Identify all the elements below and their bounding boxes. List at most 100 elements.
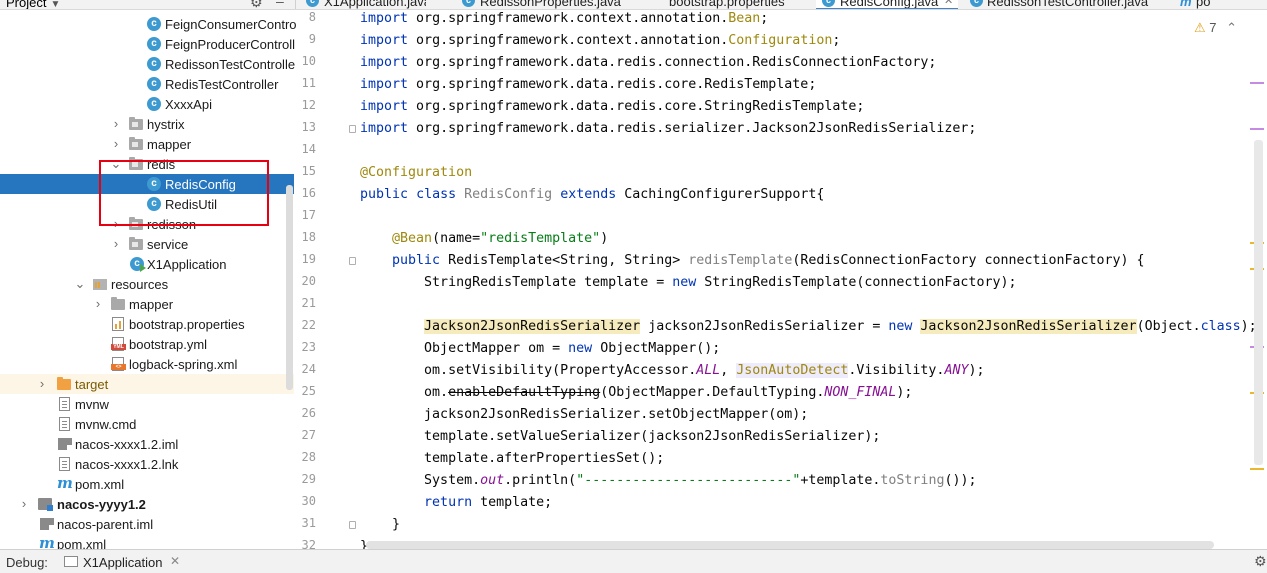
chevron-right-icon[interactable]: › — [110, 236, 122, 251]
code-line[interactable]: import org.springframework.context.annot… — [360, 10, 768, 30]
tree-item-logback[interactable]: <> logback-spring.xml — [0, 354, 294, 374]
tree-item-redisconfig[interactable]: c RedisConfig — [0, 174, 294, 194]
tree-item[interactable]: c XxxxApi — [0, 94, 294, 114]
tree-item-x1application[interactable]: c X1Application — [0, 254, 294, 274]
tree-item-mapper[interactable]: › mapper — [0, 294, 294, 314]
code-line[interactable]: ObjectMapper om = new ObjectMapper(); — [360, 338, 720, 360]
fold-marker-icon[interactable] — [349, 521, 356, 529]
line-number: 11 — [301, 76, 316, 90]
tree-scrollbar[interactable] — [285, 10, 294, 549]
class-icon: c — [147, 97, 161, 111]
close-icon[interactable]: ✕ — [170, 554, 180, 568]
top-header: Project ▼ ⚙ – c X1Application.java c Redi… — [0, 0, 1267, 10]
code-line[interactable]: return template; — [360, 492, 552, 514]
code-line[interactable]: @Configuration — [360, 162, 472, 184]
package-icon — [129, 137, 143, 150]
gear-icon[interactable]: ⚙ — [1254, 553, 1267, 570]
tab-redissonproperties[interactable]: c RedissonProperties.java — [456, 0, 636, 9]
line-number: 13 — [301, 120, 316, 134]
code-line[interactable]: @Bean(name="redisTemplate") — [360, 228, 608, 250]
tree-item[interactable]: c RedissonTestControlle — [0, 54, 295, 74]
package-icon — [129, 217, 143, 230]
tree-item-mvnw-cmd[interactable]: mvnw.cmd — [0, 414, 294, 434]
tree-item-iml[interactable]: nacos-xxxx1.2.iml — [0, 434, 294, 454]
tab-redisconfig[interactable]: c RedisConfig.java ✕ — [816, 0, 958, 9]
code-line[interactable]: import org.springframework.data.redis.co… — [360, 74, 816, 96]
chevron-right-icon[interactable]: › — [110, 116, 122, 131]
tab-label: bootstrap.properties — [669, 0, 785, 9]
folder-icon — [111, 297, 125, 310]
debug-tool-bar: Debug: X1Application ✕ ⚙ — [0, 549, 1267, 573]
stripe-mark[interactable] — [1250, 82, 1264, 84]
chevron-right-icon[interactable]: › — [36, 376, 48, 391]
tree-item-redisson[interactable]: › redisson — [0, 214, 294, 234]
code-editor[interactable]: 8 9 10 11 12 13 14 15 16 17 18 19 20 21 … — [296, 10, 1267, 549]
line-number: 22 — [301, 318, 316, 332]
tree-item-resources[interactable]: ⌄ resources — [0, 274, 294, 294]
code-line[interactable]: import org.springframework.context.annot… — [360, 30, 840, 52]
tree-item[interactable]: c FeignProducerControll — [0, 34, 295, 54]
code-line[interactable]: import org.springframework.data.redis.co… — [360, 52, 936, 74]
tab-bootstrap-properties[interactable]: bootstrap.properties — [653, 0, 813, 9]
chevron-down-icon[interactable]: ⌄ — [110, 156, 122, 172]
code-line[interactable]: om.enableDefaultTyping(ObjectMapper.Defa… — [360, 382, 912, 404]
code-line[interactable]: import org.springframework.data.redis.co… — [360, 96, 864, 118]
editor-horizontal-scrollbar[interactable] — [366, 541, 1214, 549]
tree-item-label: target — [75, 377, 109, 392]
tab-redissontestcontroller[interactable]: c RedissonTestController.java — [966, 0, 1171, 9]
fold-marker-icon[interactable] — [349, 257, 356, 265]
tree-item-lnk[interactable]: nacos-xxxx1.2.lnk — [0, 454, 294, 474]
chevron-right-icon[interactable]: › — [18, 496, 30, 511]
close-icon[interactable]: ✕ — [944, 0, 953, 7]
stripe-mark[interactable] — [1250, 468, 1264, 470]
code-line[interactable]: jackson2JsonRedisSerializer.setObjectMap… — [360, 404, 808, 426]
tree-item-nacos-yyyy[interactable]: › nacos-yyyy1.2 — [0, 494, 294, 514]
debug-session-tab[interactable]: X1Application ✕ — [62, 550, 180, 573]
class-icon: c — [147, 37, 161, 51]
code-line[interactable]: om.setVisibility(PropertyAccessor.ALL, J… — [360, 360, 984, 382]
chevron-down-icon[interactable]: ⌄ — [74, 276, 86, 292]
tree-item-bootstrap-yml[interactable]: YML bootstrap.yml — [0, 334, 294, 354]
tree-item-pom[interactable]: m pom.xml — [0, 474, 294, 494]
tree-item-bootstrap-properties[interactable]: bootstrap.properties — [0, 314, 294, 334]
tree-item-target[interactable]: › target — [0, 374, 294, 394]
tab-pom[interactable]: m po — [1176, 0, 1216, 9]
tree-item[interactable]: c FeignConsumerContro — [0, 14, 296, 34]
code-line[interactable]: Jackson2JsonRedisSerializer jackson2Json… — [360, 316, 1257, 338]
fold-marker-icon[interactable] — [349, 125, 356, 133]
scrollbar-thumb[interactable] — [286, 185, 293, 390]
resources-folder-icon — [93, 279, 107, 290]
tree-item-redisutil[interactable]: c RedisUtil — [0, 194, 294, 214]
stripe-mark[interactable] — [1250, 128, 1264, 130]
tree-item-mapper[interactable]: › mapper — [0, 134, 294, 154]
chevron-right-icon[interactable]: › — [92, 296, 104, 311]
code-line[interactable]: System.out.println("--------------------… — [360, 470, 976, 492]
code-line[interactable]: template.afterPropertiesSet(); — [360, 448, 664, 470]
gear-icon[interactable]: ⚙ — [250, 0, 263, 9]
code-line[interactable]: public RedisTemplate<String, String> red… — [360, 250, 1145, 272]
code-line[interactable]: template.setValueSerializer(jackson2Json… — [360, 426, 880, 448]
tree-item[interactable]: c RedisTestController — [0, 74, 294, 94]
tab-x1application[interactable]: c X1Application.java — [296, 0, 426, 9]
chevron-up-icon[interactable]: ⌃ — [1226, 20, 1237, 35]
inspection-widget[interactable]: ⚠ 7 ⌃ — [1194, 20, 1237, 36]
tree-item-service[interactable]: › service — [0, 234, 294, 254]
code-line[interactable]: import org.springframework.data.redis.se… — [360, 118, 976, 140]
tree-item-pom-root[interactable]: m pom.xml — [0, 534, 294, 550]
tree-item-nacos-parent-iml[interactable]: nacos-parent.iml — [0, 514, 294, 534]
tree-item-hystrix[interactable]: › hystrix — [0, 114, 294, 134]
chevron-right-icon[interactable]: › — [110, 136, 122, 151]
code-line[interactable]: } — [360, 514, 400, 536]
line-number: 17 — [301, 208, 316, 222]
editor-vertical-scrollbar[interactable] — [1254, 140, 1263, 465]
code-line[interactable]: public class RedisConfig extends Caching… — [360, 184, 824, 206]
tree-item-label: RedisTestController — [165, 77, 279, 92]
code-line[interactable]: StringRedisTemplate template = new Strin… — [360, 272, 1016, 294]
minus-icon[interactable]: – — [276, 0, 284, 9]
tree-item-mvnw[interactable]: mvnw — [0, 394, 294, 414]
chevron-right-icon[interactable]: › — [110, 216, 122, 231]
tree-item-label: nacos-xxxx1.2.iml — [75, 437, 179, 452]
project-view-dropdown[interactable]: Project ▼ — [6, 0, 60, 9]
file-icon — [59, 397, 70, 411]
tree-item-redis[interactable]: ⌄ redis — [0, 154, 294, 174]
